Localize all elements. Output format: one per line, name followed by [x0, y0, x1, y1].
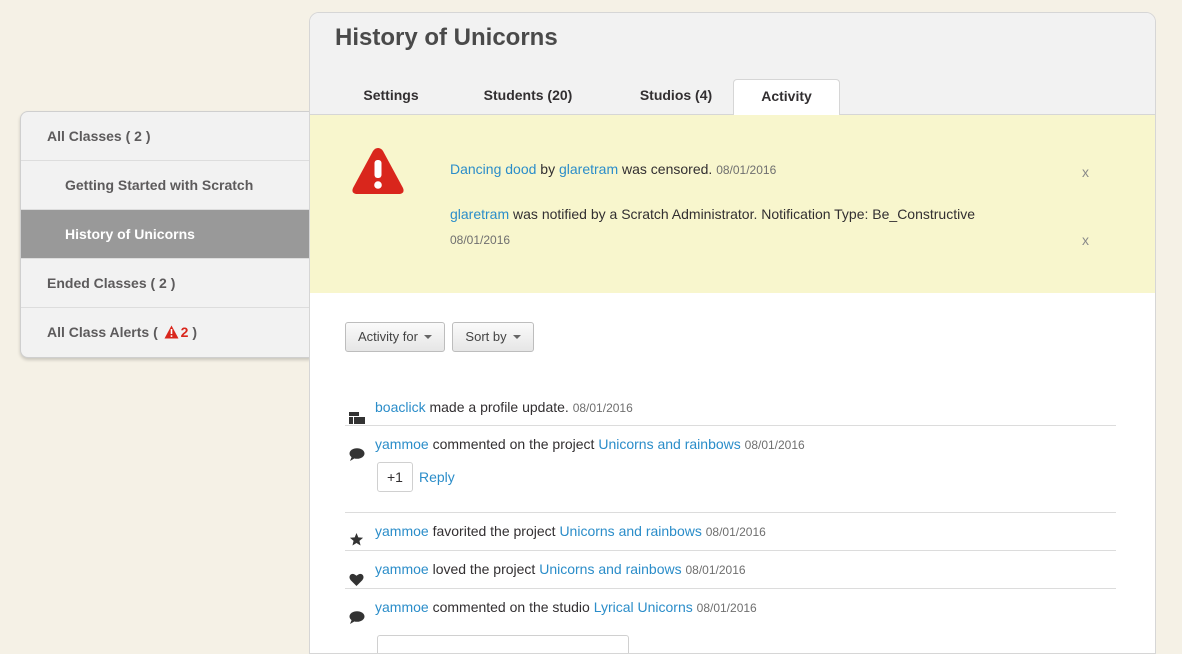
- sidebar-item-label-suffix: ): [192, 324, 197, 340]
- user-link[interactable]: glaretram: [450, 206, 509, 222]
- timestamp: 08/01/2016: [705, 525, 766, 539]
- list-item: yammoe commented on the project Unicorns…: [345, 426, 1116, 513]
- dismiss-alert-button[interactable]: x: [1082, 232, 1089, 248]
- warning-icon: [350, 145, 406, 202]
- alert-text: was notified by a Scratch Administrator.…: [513, 206, 975, 222]
- page-title: History of Unicorns: [335, 24, 558, 51]
- alert-count: 2: [180, 324, 189, 340]
- class-main-panel: History of Unicorns Settings Students (2…: [309, 12, 1156, 654]
- user-link[interactable]: yammoe: [375, 523, 429, 539]
- activity-filters: Activity for Sort by: [345, 322, 537, 352]
- comment-icon: [349, 601, 365, 638]
- reply-box-partial[interactable]: [377, 635, 629, 653]
- tab-label: Settings: [363, 87, 419, 103]
- list-item: yammoe commented on the studio Lyrical U…: [345, 589, 1116, 653]
- activity-text: commented on the project: [432, 436, 595, 452]
- user-link[interactable]: yammoe: [375, 561, 429, 577]
- activity-text: made a profile update.: [429, 399, 569, 415]
- alerts-panel: Dancing dood by glaretram was censored. …: [310, 115, 1155, 293]
- activity-text: loved the project: [432, 561, 536, 577]
- list-item: yammoe loved the project Unicorns and ra…: [345, 551, 1116, 589]
- alert-text: by: [540, 161, 556, 177]
- studio-link[interactable]: Lyrical Unicorns: [594, 599, 693, 615]
- sidebar-item-getting-started[interactable]: Getting Started with Scratch: [21, 161, 311, 210]
- timestamp: 08/01/2016: [716, 163, 777, 177]
- alert-message: Dancing dood by glaretram was censored. …: [450, 161, 776, 177]
- alert-message: glaretram was notified by a Scratch Admi…: [450, 206, 975, 222]
- tab-label: Studios (4): [639, 87, 713, 103]
- alert-icon: [164, 310, 179, 357]
- project-link[interactable]: Unicorns and rainbows: [598, 436, 740, 452]
- sidebar-item-label: History of Unicorns: [65, 226, 195, 242]
- tab-studios[interactable]: Studios (4): [613, 79, 739, 115]
- alert-text: was censored.: [622, 161, 713, 177]
- reply-link[interactable]: Reply: [419, 469, 455, 485]
- timestamp: 08/01/2016: [450, 233, 511, 247]
- timestamp: 08/01/2016: [572, 401, 633, 415]
- tab-label: Students (20): [483, 87, 573, 103]
- sidebar-item-all-classes[interactable]: All Classes ( 2 ): [21, 112, 311, 161]
- dropdown-label: Activity for: [358, 329, 418, 344]
- chevron-down-icon: [423, 335, 432, 339]
- user-link[interactable]: boaclick: [375, 399, 426, 415]
- chevron-down-icon: [512, 335, 521, 339]
- list-item: yammoe favorited the project Unicorns an…: [345, 513, 1116, 551]
- activity-text: favorited the project: [432, 523, 556, 539]
- sidebar-item-label: Ended Classes ( 2 ): [47, 275, 176, 291]
- sidebar-item-all-class-alerts[interactable]: All Class Alerts ( 2 ): [21, 308, 311, 357]
- user-link[interactable]: yammoe: [375, 599, 429, 615]
- class-sidebar: All Classes ( 2 ) Getting Started with S…: [20, 111, 311, 358]
- timestamp: 08/01/2016: [685, 563, 746, 577]
- alert-date-line: 08/01/2016: [450, 231, 510, 247]
- activity-for-dropdown[interactable]: Activity for: [345, 322, 445, 352]
- tab-settings[interactable]: Settings: [335, 79, 447, 115]
- project-link[interactable]: Unicorns and rainbows: [539, 561, 681, 577]
- class-header: History of Unicorns Settings Students (2…: [310, 13, 1155, 116]
- comment-icon: [349, 438, 365, 474]
- plus-one-button[interactable]: +1: [377, 462, 413, 492]
- dropdown-label: Sort by: [465, 329, 507, 344]
- user-link[interactable]: yammoe: [375, 436, 429, 452]
- project-link[interactable]: Dancing dood: [450, 161, 536, 177]
- sidebar-item-label: All Class Alerts (: [47, 324, 158, 340]
- tab-activity[interactable]: Activity: [733, 79, 840, 116]
- sidebar-item-ended-classes[interactable]: Ended Classes ( 2 ): [21, 259, 311, 308]
- timestamp: 08/01/2016: [696, 601, 757, 615]
- sidebar-item-label: All Classes ( 2 ): [47, 128, 151, 144]
- sidebar-item-history-of-unicorns[interactable]: History of Unicorns: [21, 210, 311, 259]
- sort-by-dropdown[interactable]: Sort by: [452, 322, 534, 352]
- activity-text: commented on the studio: [432, 599, 590, 615]
- project-link[interactable]: Unicorns and rainbows: [559, 523, 701, 539]
- timestamp: 08/01/2016: [744, 438, 805, 452]
- list-item: boaclick made a profile update. 08/01/20…: [345, 389, 1116, 426]
- tab-students[interactable]: Students (20): [453, 79, 603, 115]
- dismiss-alert-button[interactable]: x: [1082, 164, 1089, 180]
- sidebar-item-label: Getting Started with Scratch: [65, 177, 254, 193]
- tab-label: Activity: [761, 88, 812, 104]
- user-link[interactable]: glaretram: [559, 161, 618, 177]
- activity-feed: boaclick made a profile update. 08/01/20…: [345, 389, 1116, 653]
